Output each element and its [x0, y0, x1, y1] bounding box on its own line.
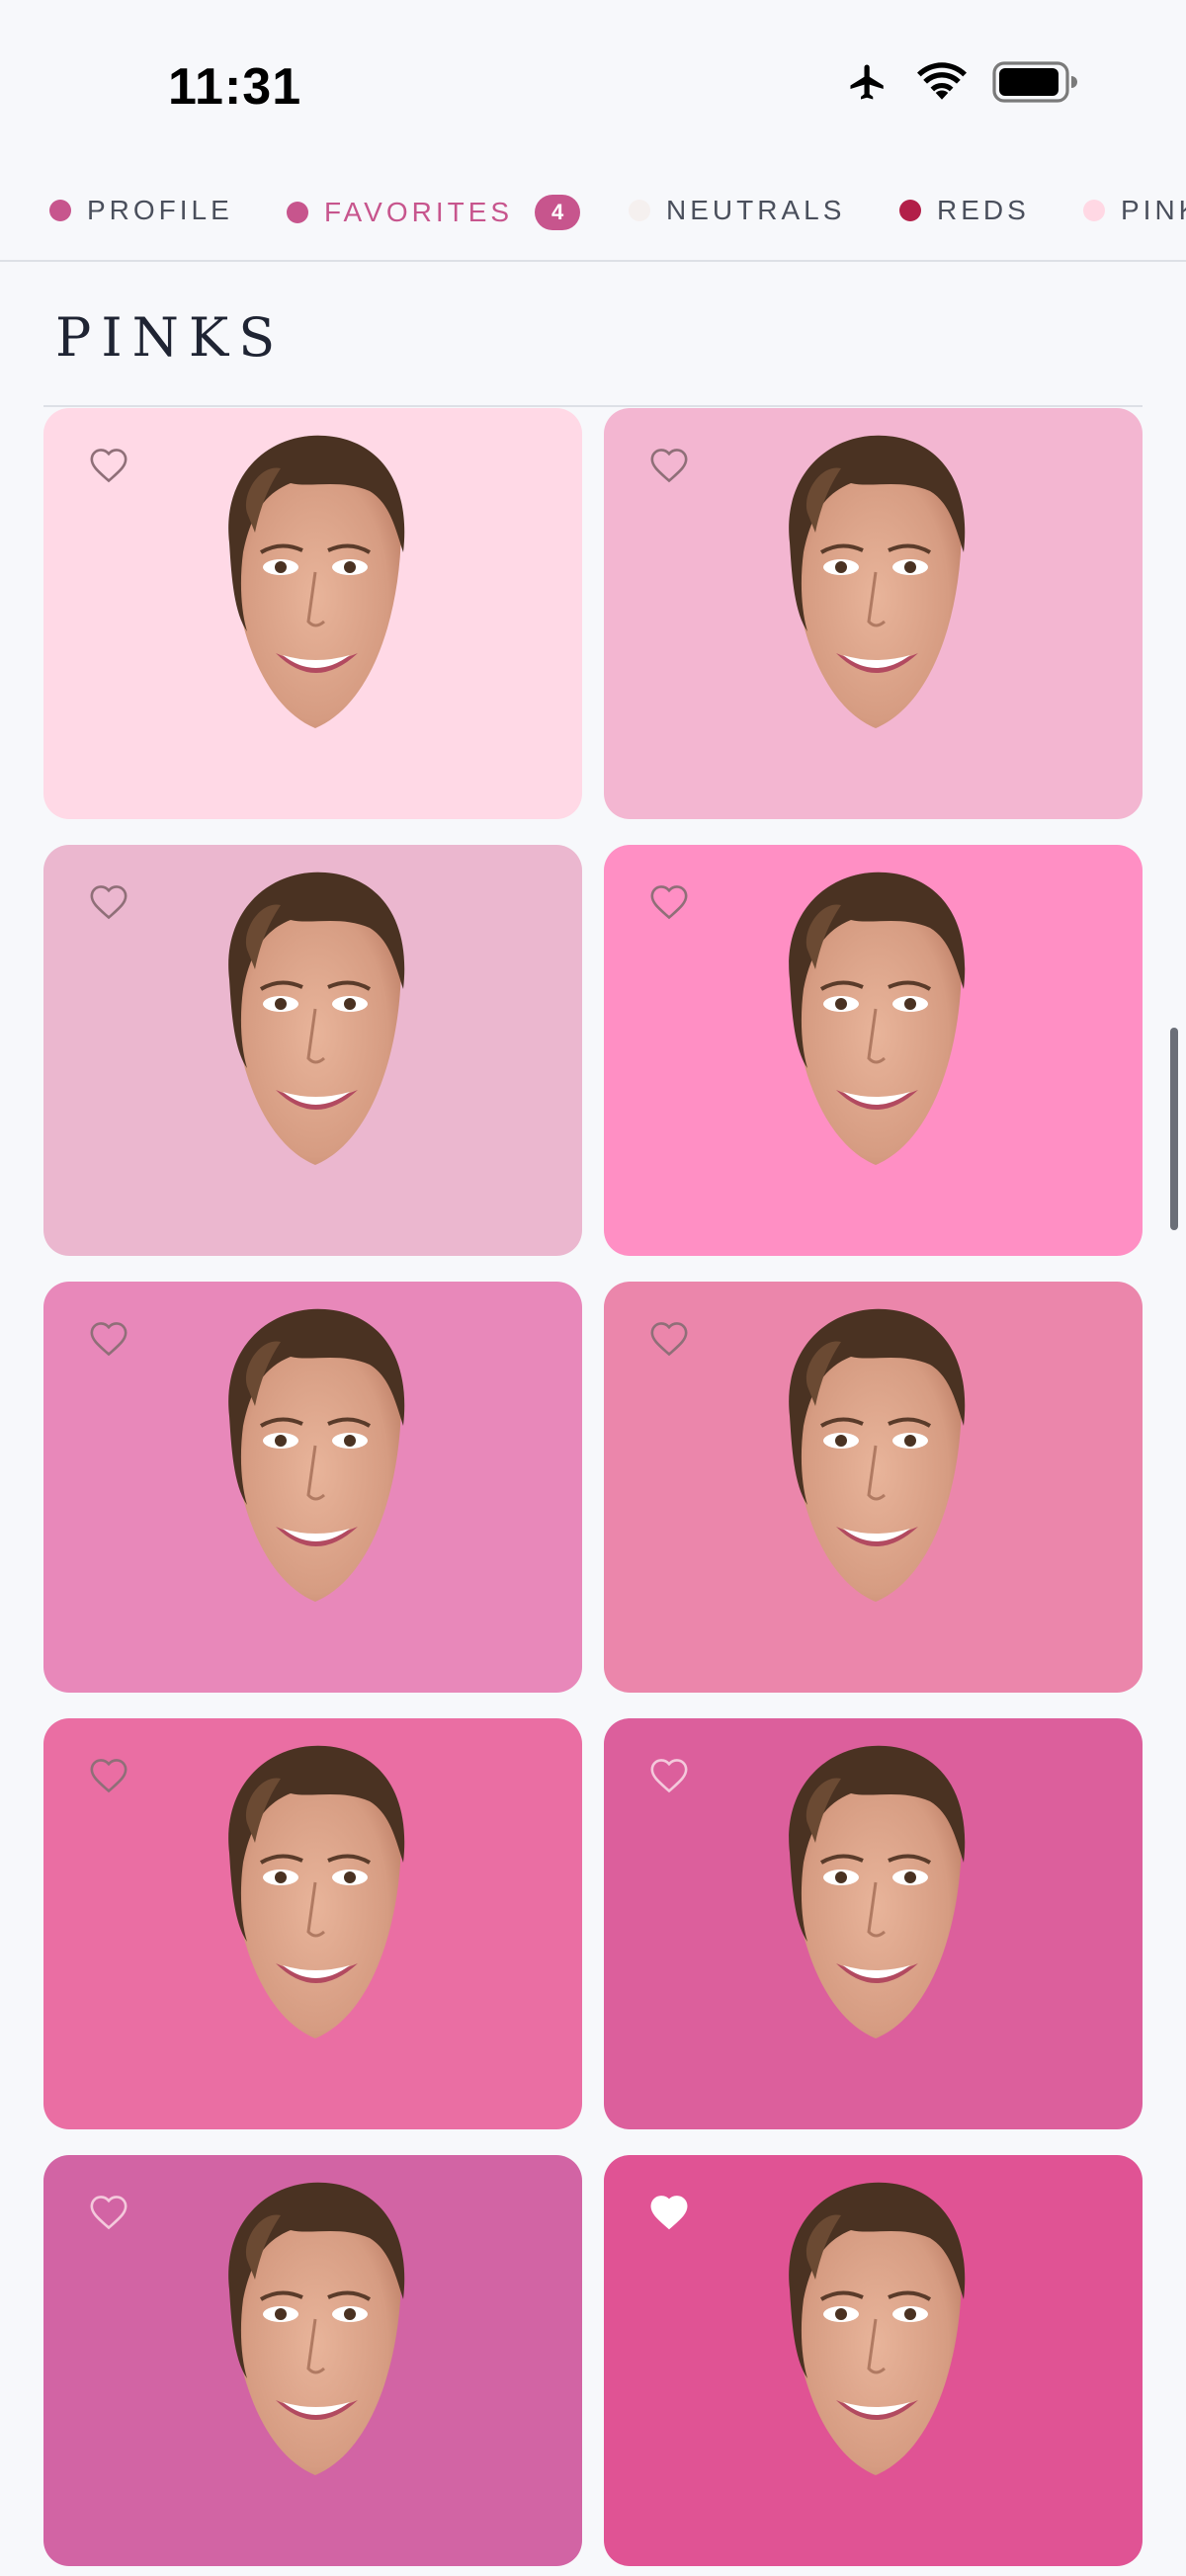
- favorite-heart-icon[interactable]: [649, 1758, 689, 1793]
- face-photo: [228, 2182, 405, 2475]
- tab-reds[interactable]: REDS: [899, 195, 1030, 226]
- tab-dot: [287, 202, 308, 223]
- favorite-heart-icon[interactable]: [649, 448, 689, 483]
- swatch-card[interactable]: [43, 1718, 582, 2129]
- swatch-card[interactable]: [604, 408, 1143, 819]
- face-photo: [789, 2182, 966, 2475]
- swatch-card[interactable]: [43, 1282, 582, 1693]
- tab-label: REDS: [937, 195, 1030, 225]
- section-title: PINKS: [55, 306, 286, 369]
- favorite-heart-icon[interactable]: [649, 2195, 689, 2230]
- face-photo: [228, 1745, 405, 2038]
- face-photo: [228, 435, 405, 728]
- swatch-card[interactable]: [43, 2155, 582, 2566]
- favorite-heart-icon[interactable]: [649, 1321, 689, 1357]
- scrollbar[interactable]: [1170, 1028, 1178, 1230]
- tab-label: PROFILE: [87, 195, 233, 225]
- favorite-heart-icon[interactable]: [89, 1758, 128, 1793]
- category-tabbar: PROFILE FAVORITES 4 NEUTRALS REDS PINKS: [0, 163, 1186, 262]
- tab-label: NEUTRALS: [666, 195, 846, 225]
- face-photo: [789, 1308, 966, 1602]
- status-icons: [844, 61, 1077, 103]
- wifi-icon: [917, 62, 967, 100]
- face-photo: [789, 1745, 966, 2038]
- favorite-heart-icon[interactable]: [89, 2195, 128, 2230]
- face-photo: [228, 872, 405, 1165]
- face-photo: [789, 872, 966, 1165]
- tab-dot: [899, 200, 921, 221]
- tab-dot: [1083, 200, 1105, 221]
- tab-dot: [629, 200, 650, 221]
- favorite-heart-icon[interactable]: [89, 1321, 128, 1357]
- favorite-heart-icon[interactable]: [89, 884, 128, 920]
- tab-label: PINKS: [1121, 195, 1186, 225]
- face-photo: [228, 1308, 405, 1602]
- favorites-count-badge: 4: [535, 195, 581, 230]
- face-photo: [789, 435, 966, 728]
- tab-label: FAVORITES: [324, 197, 514, 227]
- swatch-card[interactable]: [604, 1282, 1143, 1693]
- battery-icon: [992, 61, 1077, 103]
- swatch-card[interactable]: [604, 2155, 1143, 2566]
- airplane-icon: [850, 64, 884, 100]
- tab-dot: [49, 200, 71, 221]
- swatch-card[interactable]: [43, 408, 582, 819]
- tab-favorites[interactable]: FAVORITES 4: [287, 195, 581, 230]
- tab-neutrals[interactable]: NEUTRALS: [629, 195, 845, 226]
- status-bar: 11:31: [0, 0, 1186, 163]
- swatch-card[interactable]: [604, 1718, 1143, 2129]
- tab-profile[interactable]: PROFILE: [49, 195, 233, 226]
- section-divider: [43, 405, 1143, 407]
- favorite-heart-icon[interactable]: [649, 884, 689, 920]
- status-time: 11:31: [168, 58, 302, 116]
- favorite-heart-icon[interactable]: [89, 448, 128, 483]
- swatch-card[interactable]: [604, 845, 1143, 1256]
- tab-pinks[interactable]: PINKS: [1083, 195, 1186, 226]
- swatch-card[interactable]: [43, 845, 582, 1256]
